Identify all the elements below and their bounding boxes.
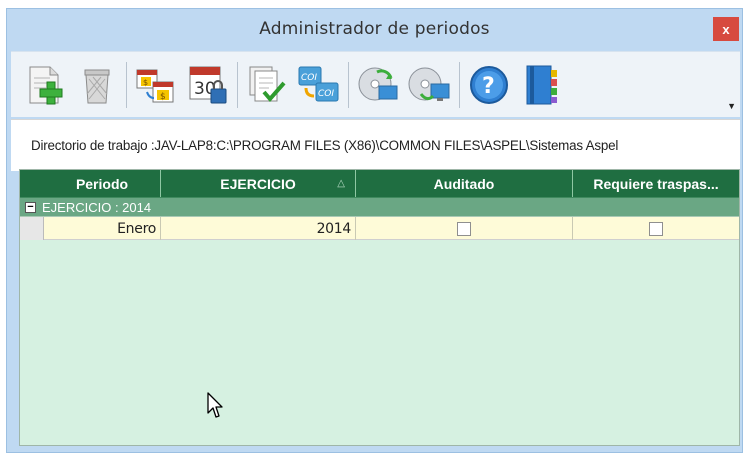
sort-ascending-icon: △: [337, 178, 345, 189]
table-row[interactable]: Enero 2014: [20, 217, 739, 240]
cell-ejercicio[interactable]: 2014: [161, 217, 356, 240]
toolbar-overflow-icon[interactable]: ▼: [727, 101, 736, 111]
disc-refresh-button[interactable]: [352, 58, 404, 112]
requiere-traspaso-checkbox[interactable]: [649, 221, 663, 236]
svg-text:COI: COI: [301, 73, 317, 83]
column-header-ejercicio[interactable]: EJERCICIO △: [161, 170, 356, 197]
close-period-button[interactable]: 30: [182, 58, 234, 112]
title-bar[interactable]: Administrador de periodos x: [7, 9, 742, 49]
toolbar-separator: [348, 61, 349, 108]
periods-grid: Periodo EJERCICIO △ Auditado Requiere tr…: [19, 169, 740, 446]
toolbar-separator: [126, 61, 127, 108]
trash-icon: [84, 69, 110, 103]
calendar-lock-icon: 30: [189, 66, 227, 103]
grid-header: Periodo EJERCICIO △ Auditado Requiere tr…: [20, 170, 739, 197]
group-row[interactable]: − EJERCICIO : 2014: [20, 197, 739, 217]
calendar-transfer-button[interactable]: $ $: [130, 58, 182, 112]
column-header-auditado[interactable]: Auditado: [356, 170, 573, 197]
column-header-periodo[interactable]: Periodo: [44, 170, 161, 197]
close-button[interactable]: x: [713, 17, 739, 41]
column-header-requiere-traspaso[interactable]: Requiere traspas...: [573, 170, 739, 197]
help-button[interactable]: ?: [463, 58, 515, 112]
auditado-checkbox[interactable]: [457, 221, 471, 236]
binder-button[interactable]: [515, 58, 567, 112]
window-title: Administrador de periodos: [259, 19, 490, 39]
delete-button[interactable]: [71, 58, 123, 112]
toolbar-separator: [459, 61, 460, 108]
cell-requiere-traspaso[interactable]: [573, 217, 739, 240]
column-header-ejercicio-label: EJERCICIO: [220, 175, 296, 192]
audit-button[interactable]: [241, 58, 293, 112]
disc-monitor-icon: [408, 67, 450, 101]
row-selector[interactable]: [20, 217, 44, 240]
help-icon: ?: [470, 65, 508, 104]
svg-text:COI: COI: [318, 89, 334, 99]
disc-transfer-button[interactable]: [404, 58, 456, 112]
svg-text:$: $: [143, 78, 148, 87]
coi-copy-button[interactable]: COI COI: [293, 58, 345, 112]
periods-manager-window: Administrador de periodos x $ $ 30 COI C…: [6, 8, 743, 453]
document-plus-icon: [29, 66, 63, 104]
toolbar-separator: [237, 61, 238, 108]
working-directory-bar: Directorio de trabajo :JAV-LAP8:C:\PROGR…: [11, 119, 740, 171]
document-check-icon: [249, 66, 286, 102]
group-label: EJERCICIO : 2014: [42, 199, 152, 215]
svg-text:$: $: [160, 92, 166, 102]
svg-text:?: ?: [482, 74, 495, 99]
binder-icon: [526, 65, 557, 104]
add-period-button[interactable]: [19, 58, 71, 112]
mouse-cursor-icon: [207, 392, 223, 418]
collapse-icon[interactable]: −: [25, 201, 36, 213]
toolbar: $ $ 30 COI COI ? ▼: [11, 51, 740, 117]
row-selector-header: [20, 170, 44, 197]
disc-refresh-icon: [358, 67, 398, 100]
cell-periodo[interactable]: Enero: [44, 217, 161, 240]
coi-copy-icon: COI COI: [298, 66, 339, 101]
cell-auditado[interactable]: [356, 217, 573, 240]
calendar-money-icon: $ $: [136, 69, 174, 102]
working-directory-text: Directorio de trabajo :JAV-LAP8:C:\PROGR…: [31, 138, 619, 153]
